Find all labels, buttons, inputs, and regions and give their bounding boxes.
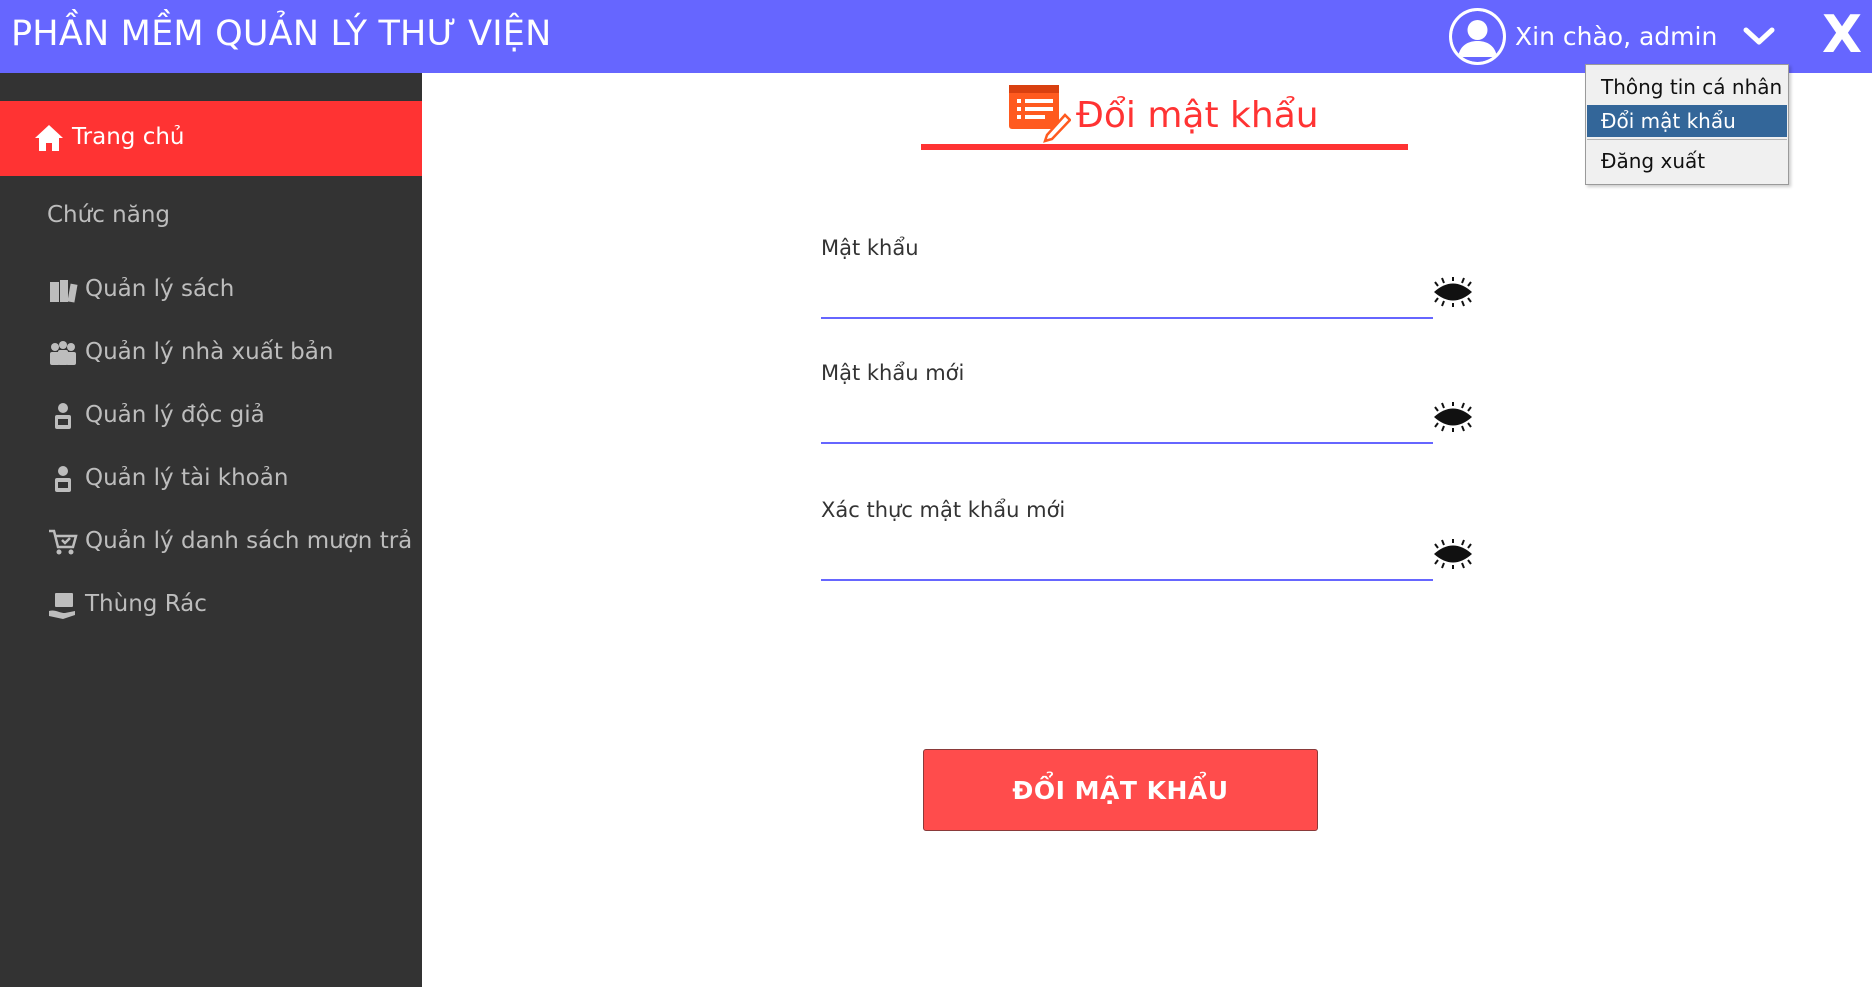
sidebar-item-home[interactable]: Trang chủ: [0, 101, 422, 176]
menu-separator: [1587, 139, 1787, 140]
sidebar-item-books[interactable]: Quản lý sách: [0, 261, 422, 319]
user-dropdown-menu: Thông tin cá nhân Đổi mật khẩu Đăng xuất: [1585, 64, 1789, 185]
page-title: Đổi mật khẩu: [1076, 95, 1319, 136]
new-password-label: Mật khẩu mới: [821, 361, 965, 385]
menu-item-profile[interactable]: Thông tin cá nhân: [1587, 71, 1787, 103]
title-underline: [921, 144, 1408, 150]
eye-icon[interactable]: [1432, 539, 1474, 569]
home-icon: [33, 123, 65, 153]
edit-document-icon: [1007, 81, 1072, 143]
password-field[interactable]: [821, 285, 1433, 319]
sidebar-item-label: Quản lý độc giả: [85, 402, 265, 428]
close-button[interactable]: X: [1822, 9, 1862, 61]
user-avatar-icon[interactable]: [1449, 8, 1506, 65]
sidebar: Trang chủ Chức năng Quản lý sách Quản lý…: [0, 73, 422, 987]
password-label: Mật khẩu: [821, 236, 919, 260]
confirm-password-field[interactable]: [821, 547, 1433, 581]
books-icon: [47, 274, 79, 306]
sidebar-item-label: Trang chủ: [72, 124, 185, 150]
publishers-icon: [47, 337, 79, 369]
sidebar-item-label: Quản lý danh sách mượn trả: [85, 528, 413, 554]
menu-item-logout[interactable]: Đăng xuất: [1587, 145, 1787, 177]
app-title: PHẦN MỀM QUẢN LÝ THƯ VIỆN: [11, 14, 552, 54]
sidebar-item-trash[interactable]: Thùng Rác: [0, 576, 422, 634]
section-label-functions: Chức năng: [47, 202, 171, 228]
header-bar: PHẦN MỀM QUẢN LÝ THƯ VIỆN Xin chào, admi…: [0, 0, 1872, 73]
trash-icon: [47, 589, 79, 621]
new-password-field[interactable]: [821, 410, 1433, 444]
eye-icon[interactable]: [1432, 277, 1474, 307]
eye-icon[interactable]: [1432, 402, 1474, 432]
account-icon: [47, 463, 79, 495]
sidebar-item-readers[interactable]: Quản lý độc giả: [0, 387, 422, 445]
sidebar-item-label: Quản lý sách: [85, 276, 235, 302]
sidebar-item-publishers[interactable]: Quản lý nhà xuất bản: [0, 324, 422, 382]
cart-icon: [47, 526, 79, 558]
sidebar-item-borrow-list[interactable]: Quản lý danh sách mượn trả: [0, 513, 422, 571]
greeting-text: Xin chào, admin: [1515, 22, 1718, 51]
chevron-down-icon[interactable]: [1741, 22, 1777, 50]
menu-item-change-password[interactable]: Đổi mật khẩu: [1587, 105, 1787, 137]
confirm-password-label: Xác thực mật khẩu mới: [821, 498, 1066, 522]
sidebar-item-label: Quản lý tài khoản: [85, 465, 289, 491]
sidebar-item-accounts[interactable]: Quản lý tài khoản: [0, 450, 422, 508]
reader-icon: [47, 400, 79, 432]
sidebar-item-label: Quản lý nhà xuất bản: [85, 339, 334, 365]
sidebar-item-label: Thùng Rác: [85, 591, 207, 617]
change-password-button[interactable]: ĐỔI MẬT KHẨU: [923, 749, 1318, 831]
